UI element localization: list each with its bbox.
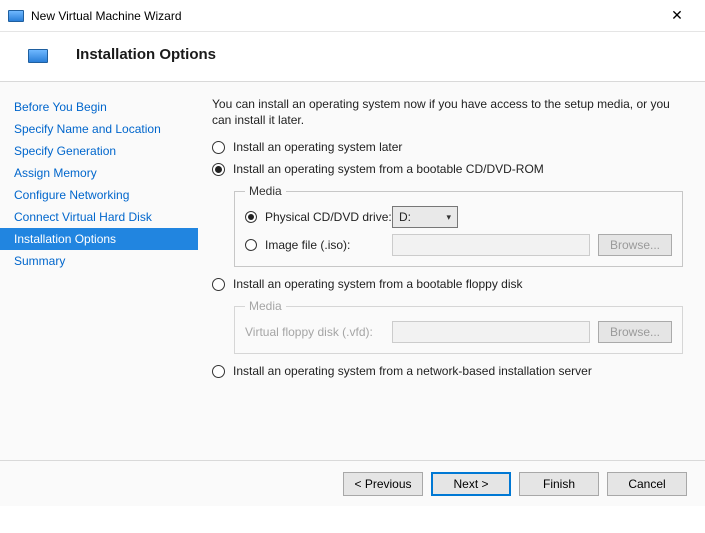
vfd-label: Virtual floppy disk (.vfd): — [245, 325, 392, 339]
radio-icon[interactable] — [212, 141, 225, 154]
cd-media-group: Media Physical CD/DVD drive: D: ▾ Image … — [234, 184, 683, 267]
header-icon — [28, 49, 48, 63]
previous-button[interactable]: < Previous — [343, 472, 423, 496]
option-install-network[interactable]: Install an operating system from a netwo… — [212, 364, 683, 378]
sidebar-item-specify-generation[interactable]: Specify Generation — [0, 140, 198, 162]
physical-drive-label: Physical CD/DVD drive: — [265, 210, 392, 224]
wizard-steps-sidebar: Before You Begin Specify Name and Locati… — [0, 82, 198, 460]
media-legend: Media — [245, 299, 286, 313]
page-title: Installation Options — [76, 46, 216, 63]
drive-value: D: — [399, 210, 411, 224]
chevron-down-icon: ▾ — [446, 212, 451, 223]
drive-combo[interactable]: D: ▾ — [392, 206, 458, 228]
wizard-header: Installation Options — [0, 32, 705, 82]
sidebar-item-installation-options[interactable]: Installation Options — [0, 228, 198, 250]
option-label: Install an operating system from a netwo… — [233, 364, 592, 378]
image-file-label: Image file (.iso): — [265, 238, 392, 252]
physical-drive-row: Physical CD/DVD drive: D: ▾ — [245, 206, 672, 228]
option-label: Install an operating system later — [233, 140, 402, 154]
sidebar-item-specify-name[interactable]: Specify Name and Location — [0, 118, 198, 140]
content-panel: You can install an operating system now … — [198, 82, 705, 460]
option-label: Install an operating system from a boota… — [233, 277, 523, 291]
app-icon — [8, 10, 24, 22]
sidebar-item-configure-networking[interactable]: Configure Networking — [0, 184, 198, 206]
vfd-row: Virtual floppy disk (.vfd): Browse... — [245, 321, 672, 343]
radio-icon[interactable] — [245, 239, 257, 251]
option-install-floppy[interactable]: Install an operating system from a boota… — [212, 277, 683, 291]
vfd-path-input — [392, 321, 590, 343]
intro-text: You can install an operating system now … — [212, 96, 683, 128]
finish-button[interactable]: Finish — [519, 472, 599, 496]
image-file-row: Image file (.iso): Browse... — [245, 234, 672, 256]
media-legend: Media — [245, 184, 286, 198]
window-title: New Virtual Machine Wizard — [31, 9, 657, 23]
body: Before You Begin Specify Name and Locati… — [0, 82, 705, 460]
iso-path-input[interactable] — [392, 234, 590, 256]
browse-vfd-button: Browse... — [598, 321, 672, 343]
radio-icon[interactable] — [212, 365, 225, 378]
sidebar-item-assign-memory[interactable]: Assign Memory — [0, 162, 198, 184]
radio-icon[interactable] — [245, 211, 257, 223]
radio-icon[interactable] — [212, 163, 225, 176]
option-install-cddvd[interactable]: Install an operating system from a boota… — [212, 162, 683, 176]
next-button[interactable]: Next > — [431, 472, 511, 496]
sidebar-item-connect-vhd[interactable]: Connect Virtual Hard Disk — [0, 206, 198, 228]
wizard-footer: < Previous Next > Finish Cancel — [0, 460, 705, 506]
browse-iso-button[interactable]: Browse... — [598, 234, 672, 256]
close-icon[interactable]: ✕ — [657, 7, 697, 24]
option-label: Install an operating system from a boota… — [233, 162, 544, 176]
sidebar-item-summary[interactable]: Summary — [0, 250, 198, 272]
cancel-button[interactable]: Cancel — [607, 472, 687, 496]
sidebar-item-before-you-begin[interactable]: Before You Begin — [0, 96, 198, 118]
titlebar: New Virtual Machine Wizard ✕ — [0, 0, 705, 32]
floppy-media-group: Media Virtual floppy disk (.vfd): Browse… — [234, 299, 683, 354]
option-install-later[interactable]: Install an operating system later — [212, 140, 683, 154]
radio-icon[interactable] — [212, 278, 225, 291]
